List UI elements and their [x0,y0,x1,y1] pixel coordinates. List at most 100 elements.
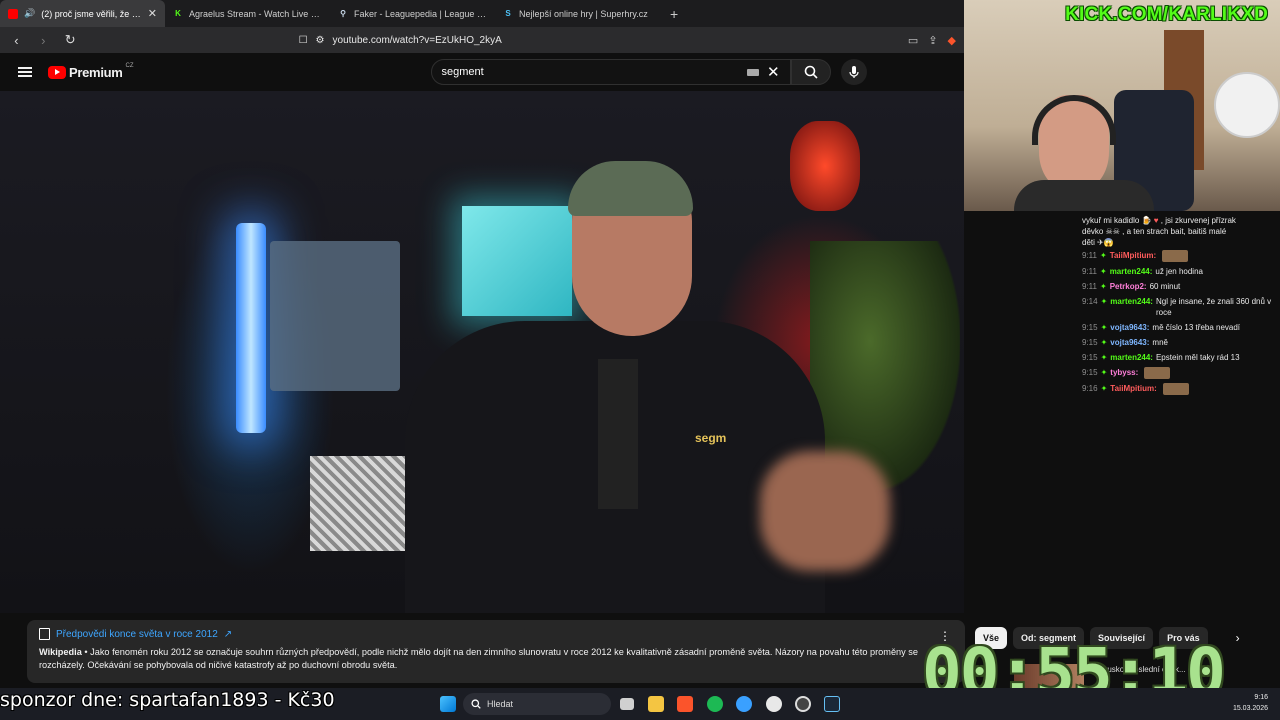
glass-block-light [462,206,572,316]
chat-text: děvko [1082,227,1104,236]
leaguepedia-favicon-icon: ⚲ [340,9,346,18]
chat-username[interactable]: TaiiMpitium: [1110,250,1157,261]
system-clock[interactable]: 9:16 15.03.2026 [1233,692,1268,714]
chat-message: 9:15 ✦ vojta9643: mně [1082,335,1272,350]
search-value: segment [441,66,484,78]
subscriber-badge-icon: ✦ [1100,338,1108,347]
speaker-icon[interactable]: 🔊 [24,8,35,19]
taskbar-search[interactable]: Hledat [463,693,611,715]
chat-timestamp: 9:14 [1082,297,1098,306]
cast-icon[interactable]: ▭ [908,34,918,47]
menu-icon[interactable] [18,67,32,77]
chat-timestamp: 9:11 [1082,267,1097,276]
emote: 🍺 [1141,216,1152,225]
chevron-right-icon[interactable]: › [1236,631,1240,645]
obs-icon[interactable] [795,696,811,712]
tab-title: Agraelus Stream - Watch Live on Kick [189,8,322,19]
emote-image [1162,383,1189,395]
clock-date: 15.03.2026 [1232,705,1268,712]
blue-light-tube [236,223,266,433]
chat-timestamp: 9:11 [1082,251,1097,260]
emote-image [1144,367,1171,379]
chat-message: 9:15 ✦ tybyss: [1082,365,1272,381]
task-view-icon[interactable] [620,698,634,710]
browser-tab[interactable]: S Nejlepší online hry | Superhry.cz [495,0,660,27]
superhry-favicon-icon: S [505,9,511,18]
back-icon[interactable]: ‹ [8,33,25,48]
voice-search-button[interactable] [840,59,867,85]
chat-message: 9:11 ✦ Petrkop2: 60 minut [1082,279,1272,294]
new-tab-button[interactable]: + [660,6,688,22]
brave-shield-icon[interactable]: ◆ [948,34,956,47]
video-player[interactable]: segm [0,91,964,613]
bookmark-icon[interactable]: ☐ [299,35,308,46]
browser-tab[interactable]: 🔊 (2) proč jsme věřili, že v roce ✕ [0,0,165,27]
chat-username[interactable]: marten244: [1110,266,1153,277]
chat-username[interactable]: vojta9643: [1110,337,1149,348]
hoodie-logo: segm [695,431,727,445]
spotify-icon[interactable] [707,696,723,712]
chat-text: , jsi zkurvenej přízrak [1160,216,1236,225]
chat-message-text: už jen hodina [1155,267,1203,276]
forward-icon[interactable]: › [35,33,52,48]
chat-timestamp: 9:15 [1082,323,1098,332]
close-tab-icon[interactable]: ✕ [148,7,157,20]
emote: ♥ [1153,216,1159,225]
info-source[interactable]: Wikipedia [39,647,82,657]
presenter-hand [760,451,890,571]
browser-tab[interactable]: ⚲ Faker - Leaguepedia | League of Lege [330,0,495,27]
info-panel-title[interactable]: Předpovědi konce světa v roce 2012 [56,629,218,640]
chat-timestamp: 9:11 [1082,282,1097,291]
youtube-play-button-award [270,241,400,391]
site-info-icon[interactable]: ⚙ [316,35,325,46]
brave-browser-icon[interactable] [677,696,693,712]
search-input[interactable]: segment ✕ [430,59,791,85]
browser-tab[interactable]: K Agraelus Stream - Watch Live on Kick [165,0,330,27]
chat-username[interactable]: tybyss: [1110,367,1138,378]
subscriber-badge-icon: ✦ [1099,282,1107,291]
streamer-webcam: KICK.COM/KARLIKXD [964,0,1280,211]
subscriber-badge-icon: ✦ [1100,368,1108,377]
chat-message: 9:11 ✦ marten244: už jen hodina [1082,264,1272,279]
chat-timestamp: 9:15 [1082,353,1098,362]
chat-timestamp: 9:15 [1082,338,1098,347]
kick-chat: vykuř mi kadidlo 🍺 ♥ , jsi zkurvenej pří… [1082,211,1272,461]
sponsor-banner: sponzor dne: spartafan1893 - Kč30 [0,689,335,711]
chat-timestamp: 9:16 [1082,384,1098,393]
subscriber-badge-icon: ✦ [1100,297,1108,306]
microphone-icon [848,66,859,78]
emote: ✈😱 [1097,238,1114,247]
youtube-header: Premium CZ segment ✕ [0,53,964,91]
chat-username[interactable]: marten244: [1110,352,1153,363]
fan [1214,72,1280,138]
tab-title: Faker - Leaguepedia | League of Lege [354,8,487,19]
chat-username[interactable]: marten244: [1110,296,1153,307]
patterned-panel [310,456,405,551]
subscriber-badge-icon: ✦ [1099,251,1107,260]
red-lamp [790,121,860,211]
chat-username[interactable]: vojta9643: [1110,322,1149,333]
chat-message-text: Ngl je insane, že znali 360 dnů v roce [1155,297,1272,317]
youtube-logo[interactable]: Premium CZ [48,62,134,80]
reload-icon[interactable]: ↻ [62,32,79,48]
windows-start-icon[interactable] [440,696,456,712]
microphone [598,359,638,509]
chat-message: 9:15 ✦ marten244: Epstein měl taky rád 13 [1082,350,1272,365]
clear-search-icon[interactable]: ✕ [767,63,780,81]
app-icon[interactable] [736,696,752,712]
steam-icon[interactable] [824,696,840,712]
address-bar[interactable]: ☐ ⚙ youtube.com/watch?v=EzUkHO_2kyA [299,30,898,50]
chat-text: děti [1082,238,1095,247]
chat-username[interactable]: TaiiMpitium: [1110,383,1157,394]
external-link-icon[interactable]: ↗ [224,629,232,640]
logo-text: Premium [69,64,123,80]
file-explorer-icon[interactable] [648,696,664,712]
url-text: youtube.com/watch?v=EzUkHO_2kyA [332,34,502,46]
ccleaner-icon[interactable] [766,696,782,712]
keyboard-icon[interactable] [746,68,759,76]
chat-username[interactable]: Petrkop2: [1110,281,1147,292]
logo-region: CZ [125,62,134,69]
share-icon[interactable]: ⇪ [928,34,937,47]
search-button[interactable] [790,59,831,85]
chat-message-text: 60 minut [1149,282,1181,291]
